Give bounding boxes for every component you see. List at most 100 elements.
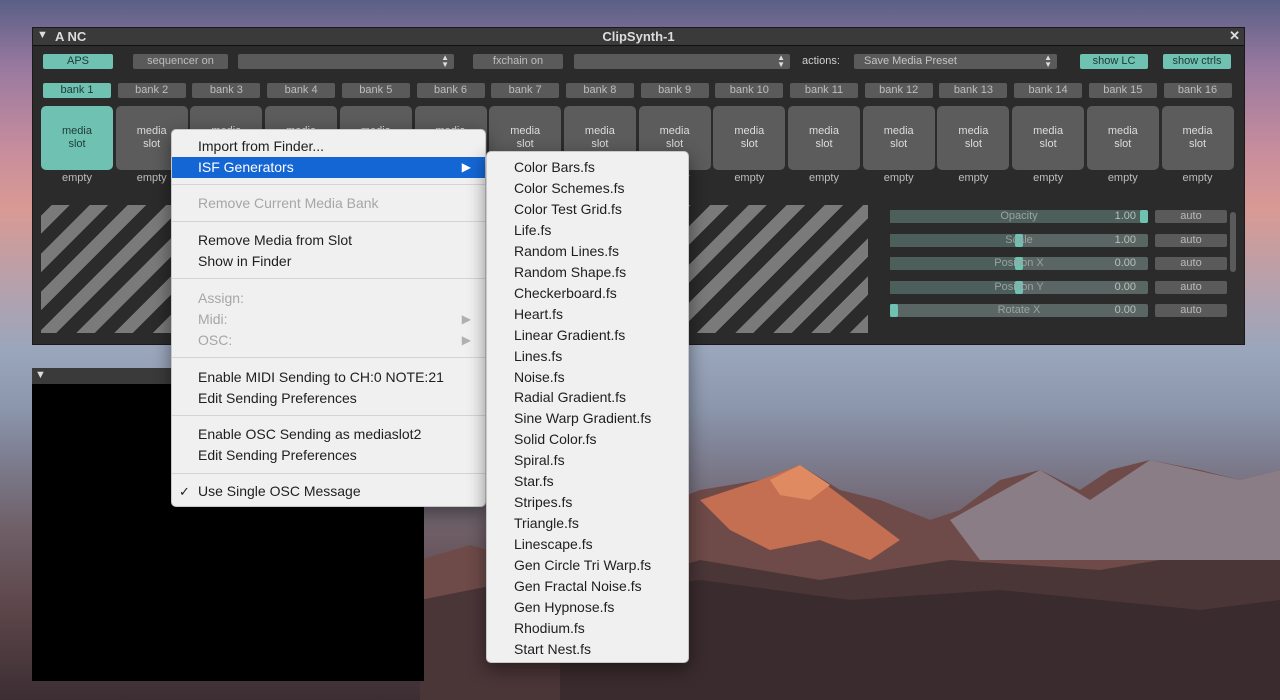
bank-2-button[interactable]: bank 2 [117,83,186,98]
isf-generator-item[interactable]: Gen Fractal Noise.fs [487,576,688,597]
bank-13-button[interactable]: bank 13 [939,83,1008,98]
isf-generator-item[interactable]: Checkerboard.fs [487,283,688,304]
menu-label: Edit Sending Preferences [198,447,357,463]
sequencer-toggle[interactable]: sequencer on [133,54,228,69]
menu-label: Use Single OSC Message [198,483,361,499]
actions-dropdown[interactable]: Save Media Preset ▲ ▼ [854,54,1057,69]
checkmark-icon: ✓ [179,484,190,499]
menu-label: Enable OSC Sending as mediaslot2 [198,426,422,442]
param-name: Scale [1005,233,1033,246]
bank-4-button[interactable]: bank 4 [267,83,336,98]
param-slider[interactable]: Position Y 0.00 [890,280,1148,294]
menu-label: Assign: [198,290,244,306]
isf-generator-item[interactable]: Random Lines.fs [487,241,688,262]
media-slot-15[interactable]: media slot [1086,106,1159,170]
media-slot-status: empty [958,172,989,184]
bank-9-button[interactable]: bank 9 [640,83,709,98]
show-ctrls-button[interactable]: show ctrls [1163,54,1231,69]
bank-15-button[interactable]: bank 15 [1088,83,1157,98]
menu-edit-sending-preferences-osc[interactable]: Edit Sending Preferences [172,445,485,466]
menu-assign-header: Assign: [172,288,485,309]
media-slot-16[interactable]: media slot [1161,106,1234,170]
isf-generator-item[interactable]: Sine Warp Gradient.fs [487,408,688,429]
menu-label: Import from Finder... [198,138,325,154]
param-slider[interactable]: Scale 1.00 [890,233,1148,247]
media-slot-14[interactable]: media slot [1012,106,1085,170]
bank-10-button[interactable]: bank 10 [715,83,784,98]
show-lc-button[interactable]: show LC [1080,54,1148,69]
isf-generator-item[interactable]: Lines.fs [487,346,688,367]
param-name: Opacity [1000,210,1038,222]
isf-generator-item[interactable]: Gen Circle Tri Warp.fs [487,555,688,576]
menu-use-single-osc-message[interactable]: ✓ Use Single OSC Message [172,481,485,502]
isf-generator-item[interactable]: Radial Gradient.fs [487,387,688,408]
menu-separator [172,357,485,358]
param-slider[interactable]: Opacity 1.00 [890,210,1148,223]
bank-7-button[interactable]: bank 7 [491,83,560,98]
isf-generator-item[interactable]: Rhodium.fs [487,618,688,639]
media-slot-status: empty [1107,172,1138,184]
param-auto-button[interactable]: auto [1155,233,1227,247]
isf-generator-item[interactable]: Color Bars.fs [487,157,688,178]
isf-generator-item[interactable]: Heart.fs [487,304,688,325]
isf-generator-item[interactable]: Life.fs [487,220,688,241]
media-slot-1[interactable]: media slot [41,106,113,170]
isf-generator-item[interactable]: Stripes.fs [487,492,688,513]
aps-button[interactable]: APS [43,54,113,69]
isf-generator-item[interactable]: Color Test Grid.fs [487,199,688,220]
fxchain-dropdown[interactable]: ▲ ▼ [574,54,790,69]
isf-generator-item[interactable]: Triangle.fs [487,513,688,534]
media-slot-status: empty [734,172,765,184]
bank-12-button[interactable]: bank 12 [864,83,933,98]
close-icon[interactable]: ✕ [1229,28,1240,44]
isf-generator-item[interactable]: Random Shape.fs [487,262,688,283]
bank-3-button[interactable]: bank 3 [192,83,261,98]
bank-6-button[interactable]: bank 6 [416,83,485,98]
isf-generator-item[interactable]: Gen Hypnose.fs [487,597,688,618]
window-titlebar[interactable]: ▼ A NC ClipSynth-1 ✕ [33,28,1244,46]
bank-8-button[interactable]: bank 8 [565,83,634,98]
isf-generator-item[interactable]: Noise.fs [487,367,688,388]
window-title: ClipSynth-1 [602,29,675,44]
isf-generator-item[interactable]: Linear Gradient.fs [487,325,688,346]
menu-enable-midi-sending[interactable]: Enable MIDI Sending to CH:0 NOTE:21 [172,367,485,388]
menu-edit-sending-preferences-midi[interactable]: Edit Sending Preferences [172,388,485,409]
bank-5-button[interactable]: bank 5 [341,83,410,98]
dropdown-arrow-icon: ▲ ▼ [777,53,785,69]
sequencer-dropdown[interactable]: ▲ ▼ [238,54,454,69]
menu-isf-generators[interactable]: ISF Generators ▶ [172,157,485,178]
param-scrollbar[interactable] [1230,212,1236,272]
param-auto-button[interactable]: auto [1155,257,1227,270]
param-auto-button[interactable]: auto [1155,304,1227,317]
menu-import-from-finder[interactable]: Import from Finder... [172,136,485,157]
bank-1-button[interactable]: bank 1 [43,83,111,98]
menu-remove-media-from-slot[interactable]: Remove Media from Slot [172,230,485,251]
bank-11-button[interactable]: bank 11 [790,83,858,98]
param-slider[interactable]: Rotate X 0.00 [890,304,1148,317]
param-slider[interactable]: Position X 0.00 [890,257,1148,270]
menu-enable-osc-sending[interactable]: Enable OSC Sending as mediaslot2 [172,424,485,445]
media-slot-10[interactable]: media slot [713,106,786,170]
isf-generators-submenu: Color Bars.fs Color Schemes.fs Color Test … [486,151,689,663]
isf-generator-item[interactable]: Color Schemes.fs [487,178,688,199]
collapse-triangle-icon[interactable]: ▼ [35,369,46,381]
media-slot-status: empty [1033,172,1064,184]
fxchain-toggle[interactable]: fxchain on [473,54,563,69]
param-auto-button[interactable]: auto [1155,280,1227,294]
isf-generator-item[interactable]: Linescape.fs [487,534,688,555]
bank-14-button[interactable]: bank 14 [1014,83,1083,98]
media-slot-11[interactable]: media slot [788,106,860,170]
media-slot-13[interactable]: media slot [937,106,1010,170]
dropdown-arrow-icon: ▲ ▼ [441,53,449,69]
isf-generator-item[interactable]: Solid Color.fs [487,429,688,450]
menu-label: Remove Current Media Bank [198,195,379,211]
isf-generator-item[interactable]: Star.fs [487,471,688,492]
menu-show-in-finder[interactable]: Show in Finder [172,251,485,272]
param-value: 0.00 [1114,257,1136,269]
param-value: 1.00 [1114,233,1136,246]
isf-generator-item[interactable]: Spiral.fs [487,450,688,471]
media-slot-12[interactable]: media slot [862,106,935,170]
param-auto-button[interactable]: auto [1155,210,1227,223]
bank-16-button[interactable]: bank 16 [1163,83,1232,98]
isf-generator-item[interactable]: Start Nest.fs [487,639,688,660]
